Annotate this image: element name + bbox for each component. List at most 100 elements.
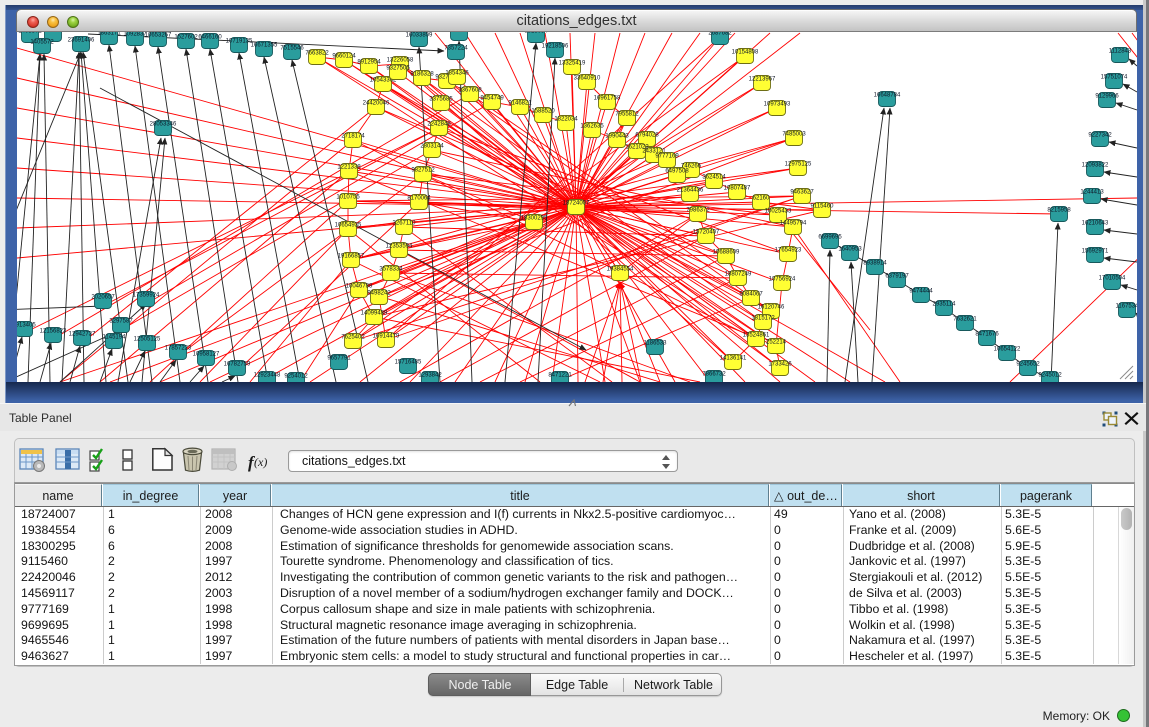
svg-text:3578334: 3578334 (379, 267, 403, 273)
svg-text:2242848: 2242848 (427, 122, 451, 128)
svg-text:10688609: 10688609 (713, 250, 740, 256)
svg-text:6497508: 6497508 (665, 169, 689, 175)
svg-text:1815172: 1815172 (751, 316, 775, 322)
svg-text:1244413: 1244413 (1080, 190, 1104, 196)
svg-text:15720407: 15720407 (693, 230, 720, 236)
svg-text:1221338: 1221338 (337, 165, 361, 171)
svg-text:18300295: 18300295 (521, 216, 548, 222)
svg-text:9657791: 9657791 (327, 356, 351, 362)
svg-text:10046788: 10046788 (346, 284, 373, 290)
svg-text:(x): (x) (254, 455, 267, 469)
svg-text:1640953: 1640953 (838, 247, 862, 253)
svg-text:15716485: 15716485 (395, 360, 422, 366)
svg-text:9327505: 9327505 (386, 66, 410, 72)
svg-text:14495794: 14495794 (780, 221, 807, 227)
svg-text:1990443: 1990443 (605, 134, 629, 140)
svg-text:9227342: 9227342 (1088, 133, 1112, 139)
svg-text:1588520: 1588520 (531, 109, 555, 115)
svg-text:1293842: 1293842 (418, 373, 442, 379)
svg-text:10807487: 10807487 (724, 186, 751, 192)
svg-text:18807249: 18807249 (725, 272, 752, 278)
svg-text:3267110: 3267110 (393, 221, 417, 227)
svg-text:1822034: 1822034 (554, 117, 578, 123)
svg-text:8215958: 8215958 (1047, 208, 1071, 214)
svg-text:13524861: 13524861 (743, 333, 770, 339)
svg-text:15751074: 15751074 (1101, 75, 1128, 81)
svg-text:9474444: 9474444 (909, 289, 933, 295)
svg-text:9245652: 9245652 (1016, 362, 1040, 368)
svg-text:19384554: 19384554 (607, 267, 634, 273)
svg-text:12975125: 12975125 (785, 162, 812, 168)
svg-text:2935114: 2935114 (933, 302, 957, 308)
svg-text:9498242: 9498242 (367, 291, 391, 297)
svg-text:252214: 252214 (766, 340, 787, 346)
svg-text:1010755: 1010755 (336, 195, 360, 201)
svg-text:10756924: 10756924 (769, 277, 796, 283)
svg-text:7955812: 7955812 (615, 112, 639, 118)
svg-text:7632621: 7632621 (953, 317, 977, 323)
svg-text:1112843: 1112843 (1109, 49, 1132, 55)
svg-text:15692971: 15692971 (1082, 249, 1109, 255)
svg-text:16961758: 16961758 (594, 96, 621, 102)
svg-text:2718174: 2718174 (341, 134, 365, 140)
svg-text:3375685: 3375685 (429, 97, 453, 103)
svg-text:7663822: 7663822 (305, 51, 329, 57)
svg-text:1186533: 1186533 (644, 341, 668, 347)
svg-text:21364436: 21364436 (677, 188, 704, 194)
svg-text:14099489: 14099489 (361, 311, 388, 317)
svg-text:16120746: 16120746 (758, 305, 785, 311)
svg-text:9120736: 9120736 (447, 32, 471, 33)
svg-text:2367608: 2367608 (458, 88, 482, 94)
svg-text:6379197: 6379197 (885, 274, 909, 280)
svg-text:19166857: 19166857 (338, 254, 365, 260)
svg-text:9660124: 9660124 (332, 54, 356, 60)
svg-text:3624514: 3624514 (702, 175, 726, 181)
svg-text:8471221: 8471221 (548, 373, 572, 379)
svg-text:8454749: 8454749 (480, 96, 504, 102)
svg-text:1167534: 1167534 (1116, 304, 1137, 310)
svg-text:62160: 62160 (753, 196, 770, 202)
svg-text:1362635: 1362635 (580, 124, 604, 130)
svg-text:7866732: 7866732 (702, 372, 726, 378)
svg-text:19218506: 19218506 (542, 44, 569, 50)
svg-text:8471676: 8471676 (975, 332, 999, 338)
svg-text:9245012: 9245012 (1038, 373, 1062, 379)
svg-text:1854346: 1854346 (445, 71, 469, 77)
svg-text:13226058: 13226058 (387, 58, 414, 64)
svg-text:13325419: 13325419 (559, 61, 586, 67)
svg-text:8938914: 8938914 (863, 261, 887, 267)
svg-text:7625402: 7625402 (341, 335, 365, 341)
svg-text:16914479: 16914479 (373, 334, 400, 340)
svg-text:9146821: 9146821 (508, 101, 532, 107)
svg-text:8186328: 8186328 (410, 72, 434, 78)
svg-text:10025433: 10025433 (765, 209, 792, 215)
svg-text:7485003: 7485003 (782, 132, 806, 138)
svg-text:12213967: 12213967 (749, 77, 776, 83)
svg-text:10154808: 10154808 (732, 50, 759, 56)
svg-text:16210643: 16210643 (1082, 221, 1109, 227)
svg-text:6794028: 6794028 (635, 133, 659, 139)
svg-text:17654923: 17654923 (775, 248, 802, 254)
svg-text:18724007: 18724007 (563, 201, 590, 207)
svg-text:6699695: 6699695 (818, 235, 842, 241)
svg-text:7357224: 7357224 (444, 46, 468, 52)
svg-text:10654122: 10654122 (994, 347, 1021, 353)
svg-text:2687682: 2687682 (708, 32, 732, 37)
svg-text:14136141: 14136141 (720, 356, 747, 362)
svg-text:8912954: 8912954 (357, 60, 381, 66)
svg-text:2803144: 2803144 (420, 144, 444, 150)
svg-text:7986372: 7986372 (686, 208, 710, 214)
svg-text:24420046: 24420046 (363, 101, 390, 107)
svg-text:12093822: 12093822 (1082, 163, 1109, 169)
svg-text:9463627: 9463627 (790, 190, 814, 196)
svg-text:8813054: 8813054 (524, 32, 548, 35)
svg-text:12353594: 12353594 (386, 244, 413, 250)
svg-text:8170064: 8170064 (407, 196, 431, 202)
svg-text:16033809: 16033809 (406, 33, 433, 39)
svg-text:9129966: 9129966 (1095, 94, 1119, 100)
svg-text:16648784: 16648784 (874, 93, 901, 99)
svg-text:10973493: 10973493 (764, 102, 791, 108)
svg-text:9084067: 9084067 (739, 292, 763, 298)
svg-text:9827512: 9827512 (411, 168, 435, 174)
svg-text:9115460: 9115460 (811, 204, 835, 210)
